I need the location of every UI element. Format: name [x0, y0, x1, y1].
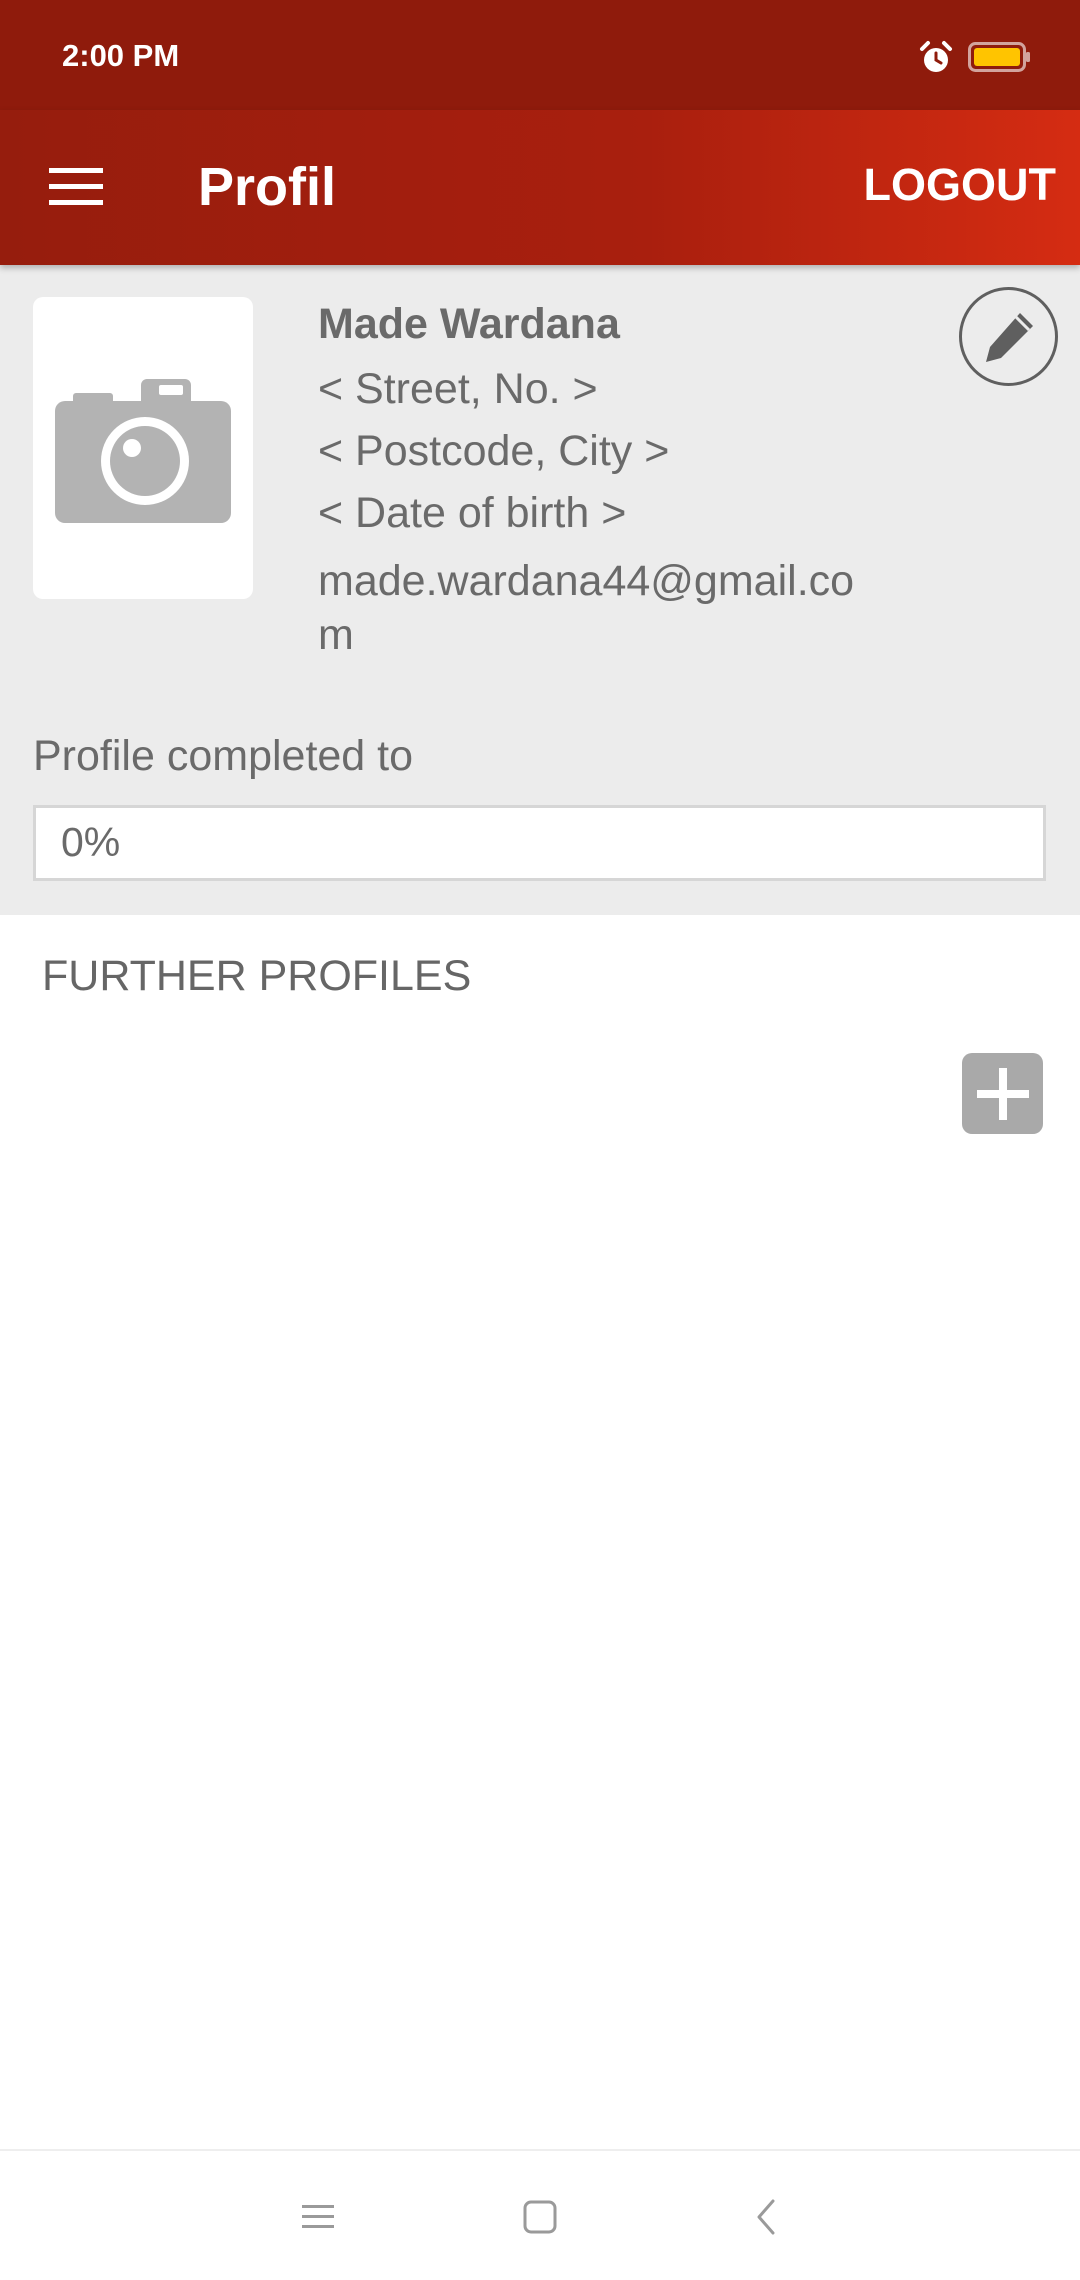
profile-street: < Street, No. > [318, 365, 598, 413]
hamburger-menu-icon[interactable] [40, 155, 112, 219]
screen: 2:00 PM Profil LOGOUT Made Wardana < Str… [0, 0, 1080, 2280]
alarm-icon [918, 40, 954, 76]
profile-info: Made Wardana < Street, No. > < Postcode,… [318, 303, 878, 662]
profile-date-of-birth: < Date of birth > [318, 489, 627, 537]
home-icon[interactable] [514, 2191, 566, 2243]
avatar[interactable] [33, 297, 253, 599]
status-bar: 2:00 PM [0, 0, 1080, 110]
profile-completion-bar: 0% [33, 805, 1046, 881]
logout-button[interactable]: LOGOUT [864, 162, 1056, 207]
profile-postcode-city: < Postcode, City > [318, 427, 670, 475]
further-profiles-title: FURTHER PROFILES [42, 952, 472, 1000]
pencil-icon [985, 312, 1033, 362]
status-time: 2:00 PM [62, 38, 180, 73]
profile-completion-value: 0% [61, 819, 121, 865]
edit-profile-button[interactable] [959, 287, 1058, 386]
add-profile-button[interactable] [962, 1053, 1043, 1134]
plus-icon [976, 1067, 1029, 1120]
page-title: Profil [198, 157, 337, 217]
profile-card: Made Wardana < Street, No. > < Postcode,… [0, 265, 1080, 915]
profile-completion-label: Profile completed to [33, 732, 414, 780]
profile-email: made.wardana44@gmail.com [318, 557, 855, 659]
camera-icon [55, 379, 231, 523]
recents-icon[interactable] [292, 2191, 344, 2243]
navigation-bar [0, 2149, 1080, 2280]
app-bar: Profil LOGOUT [0, 110, 1080, 265]
profile-name: Made Wardana [318, 300, 620, 348]
back-icon[interactable] [740, 2191, 792, 2243]
battery-icon [968, 42, 1032, 72]
